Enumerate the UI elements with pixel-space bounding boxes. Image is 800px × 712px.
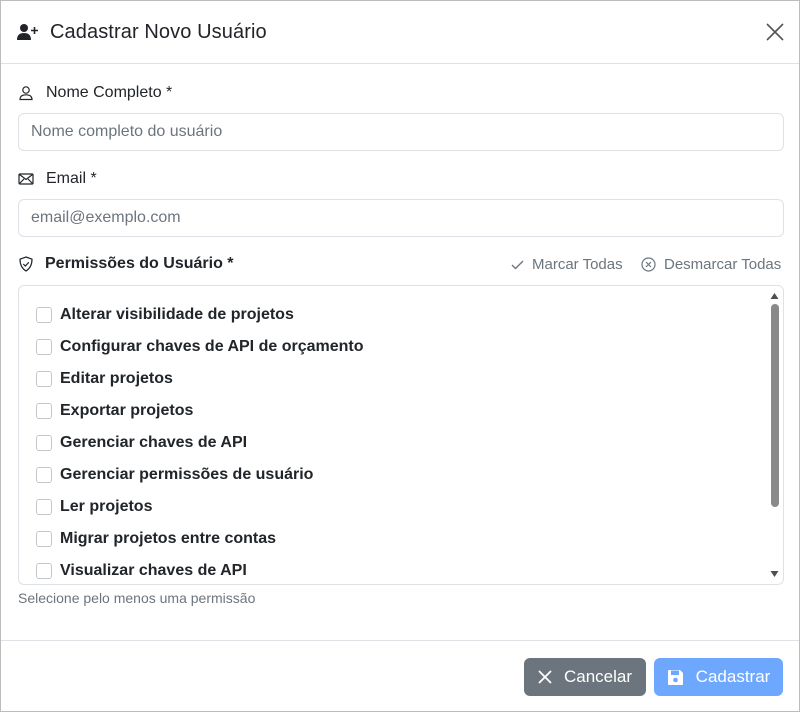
check-icon: [511, 260, 524, 269]
register-user-modal: Cadastrar Novo Usuário Nome Completo * E…: [0, 0, 800, 712]
permissions-help-text: Selecione pelo menos uma permissão: [18, 590, 256, 606]
email-label: Email *: [18, 170, 97, 188]
x-icon: [538, 670, 552, 684]
deselect-all-link[interactable]: Desmarcar Todas: [641, 256, 781, 273]
permission-checkbox[interactable]: [36, 371, 52, 387]
permission-item[interactable]: Configurar chaves de API de orçamento: [36, 338, 363, 356]
modal-footer: Cancelar Cadastrar: [1, 640, 799, 711]
permission-item[interactable]: Gerenciar chaves de API: [36, 434, 247, 452]
permission-checkbox[interactable]: [36, 531, 52, 547]
permission-item[interactable]: Exportar projetos: [36, 402, 193, 420]
permission-label: Visualizar chaves de API: [60, 562, 247, 579]
permission-item[interactable]: Migrar projetos entre contas: [36, 530, 276, 548]
scroll-down-arrow-icon[interactable]: [770, 570, 779, 578]
permission-checkbox[interactable]: [36, 499, 52, 515]
submit-button-label: Cadastrar: [695, 667, 771, 686]
scrollbar-thumb[interactable]: [771, 304, 779, 507]
floppy-disk-icon: [667, 669, 683, 685]
scroll-up-arrow-icon[interactable]: [770, 292, 779, 300]
permission-label: Editar projetos: [60, 370, 173, 387]
permission-item[interactable]: Ler projetos: [36, 498, 152, 516]
close-icon[interactable]: [765, 22, 785, 42]
full-name-input[interactable]: [18, 113, 784, 151]
x-circle-icon: [641, 257, 656, 272]
email-input[interactable]: [18, 199, 784, 237]
email-label-text: Email *: [46, 170, 97, 187]
cancel-button[interactable]: Cancelar: [524, 658, 646, 696]
deselect-all-label: Desmarcar Todas: [664, 256, 782, 273]
permissions-label: Permissões do Usuário *: [18, 255, 234, 273]
permission-checkbox[interactable]: [36, 467, 52, 483]
envelope-icon: [18, 173, 34, 185]
permission-label: Configurar chaves de API de orçamento: [60, 338, 364, 355]
permission-checkbox[interactable]: [36, 563, 52, 579]
permission-item[interactable]: Gerenciar permissões de usuário: [36, 466, 313, 484]
modal-header: Cadastrar Novo Usuário: [1, 1, 799, 64]
permissions-label-text: Permissões do Usuário *: [45, 255, 234, 272]
submit-button[interactable]: Cadastrar: [654, 658, 783, 696]
shield-icon: [19, 256, 33, 272]
permissions-list[interactable]: Alterar visibilidade de projetos Configu…: [18, 285, 784, 585]
select-all-link[interactable]: Marcar Todas: [511, 256, 623, 273]
permission-label: Ler projetos: [60, 498, 153, 515]
user-plus-icon: [17, 24, 38, 40]
permission-label: Gerenciar permissões de usuário: [60, 466, 314, 483]
permission-checkbox[interactable]: [36, 403, 52, 419]
permission-checkbox[interactable]: [36, 435, 52, 451]
modal-title: Cadastrar Novo Usuário: [50, 20, 267, 43]
permission-item[interactable]: Visualizar chaves de API: [36, 562, 247, 580]
permission-checkbox[interactable]: [36, 307, 52, 323]
permission-label: Gerenciar chaves de API: [60, 434, 248, 451]
name-label-text: Nome Completo *: [46, 84, 173, 101]
permission-label: Alterar visibilidade de projetos: [60, 306, 294, 323]
permission-label: Migrar projetos entre contas: [60, 530, 277, 547]
name-label: Nome Completo *: [18, 84, 172, 102]
permission-checkbox[interactable]: [36, 339, 52, 355]
cancel-button-label: Cancelar: [563, 667, 633, 686]
select-all-label: Marcar Todas: [532, 256, 623, 273]
permission-label: Exportar projetos: [60, 402, 194, 419]
person-icon: [19, 86, 33, 101]
permission-item[interactable]: Alterar visibilidade de projetos: [36, 306, 294, 324]
permission-item[interactable]: Editar projetos: [36, 370, 173, 388]
